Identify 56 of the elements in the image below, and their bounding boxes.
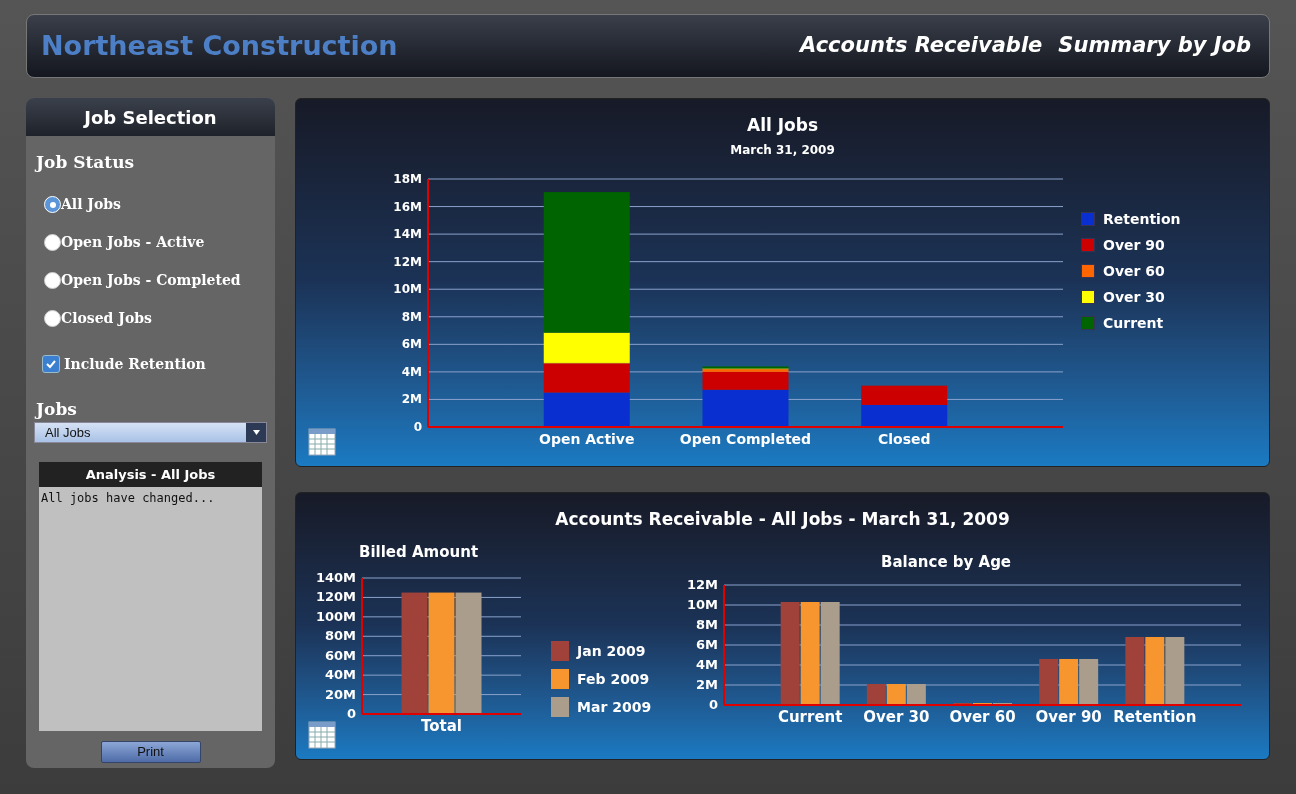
category-label: Open Completed: [679, 430, 812, 447]
axis-tick-label: 2M: [696, 677, 718, 692]
axis-tick-label: 6M: [401, 336, 422, 351]
chart-title: All Jobs: [747, 114, 818, 137]
axis-tick-label: 10M: [686, 597, 718, 612]
category-label: Over 60: [949, 708, 1016, 726]
sidebar-title: Job Selection: [26, 98, 275, 136]
legend-label: Mar 2009: [577, 697, 652, 717]
axis-tick-label: 120M: [315, 589, 356, 605]
analysis-text: All jobs have changed...: [40, 490, 216, 507]
panel-title: Accounts Receivable - All Jobs - March 31, 2009: [555, 508, 1010, 531]
axis-tick-label: 140M: [315, 570, 356, 585]
axis-tick-label: 2M: [401, 391, 422, 406]
axis-tick-label: 4M: [696, 657, 718, 672]
category-label: Over 90: [1035, 708, 1102, 726]
chart-title: Balance by Age: [881, 551, 1013, 573]
legend-label: Over 60: [1103, 261, 1165, 281]
legend-label: Over 90: [1103, 235, 1165, 255]
section-label: Job Status: [36, 151, 136, 174]
legend-label: Retention: [1103, 209, 1181, 229]
category-label: Open Active: [539, 430, 635, 447]
report-subtitle: Summary by Job: [1058, 32, 1251, 60]
legend-label: Current: [1103, 313, 1164, 333]
category-label: Retention: [1113, 708, 1197, 726]
axis-tick-label: 20M: [324, 686, 356, 702]
category-label: Current: [777, 708, 843, 726]
category-label: Over 30: [863, 708, 930, 726]
axis-tick-label: 8M: [696, 617, 718, 632]
legend-label: Over 30: [1103, 287, 1165, 307]
company-name: Northeast Construction: [41, 28, 398, 63]
report-title: Accounts Receivable: [800, 32, 1043, 60]
axis-tick-label: 16M: [393, 199, 422, 214]
axis-tick-label: 60M: [324, 647, 356, 663]
axis-tick-label: 6M: [696, 637, 718, 652]
axis-tick-label: 40M: [324, 667, 356, 683]
axis-tick-label: 0: [413, 419, 422, 434]
section-label: Jobs: [36, 397, 78, 421]
chart-subtitle: March 31, 2009: [730, 141, 835, 159]
category-label: Closed: [878, 430, 931, 447]
axis-tick-label: 12M: [393, 254, 422, 269]
axis-tick-label: 10M: [393, 281, 422, 296]
chart-title: Billed Amount: [359, 541, 480, 563]
analysis-title: Analysis - All Jobs: [39, 462, 262, 487]
axis-tick-label: 0: [346, 706, 356, 721]
axis-tick-label: 12M: [686, 577, 718, 592]
axis-tick-label: 80M: [324, 628, 356, 644]
axis-tick-label: 0: [708, 697, 718, 712]
legend-label: Jan 2009: [577, 641, 646, 661]
dropdown-value: All Jobs: [44, 424, 92, 442]
axis-tick-label: 100M: [315, 608, 356, 624]
axis-tick-label: 14M: [393, 226, 422, 241]
axis-tick-label: 8M: [401, 309, 422, 324]
axis-tick-label: 4M: [401, 364, 422, 379]
category-label: Total: [421, 717, 462, 735]
axis-tick-label: 18M: [393, 171, 422, 186]
legend-label: Feb 2009: [577, 669, 650, 689]
